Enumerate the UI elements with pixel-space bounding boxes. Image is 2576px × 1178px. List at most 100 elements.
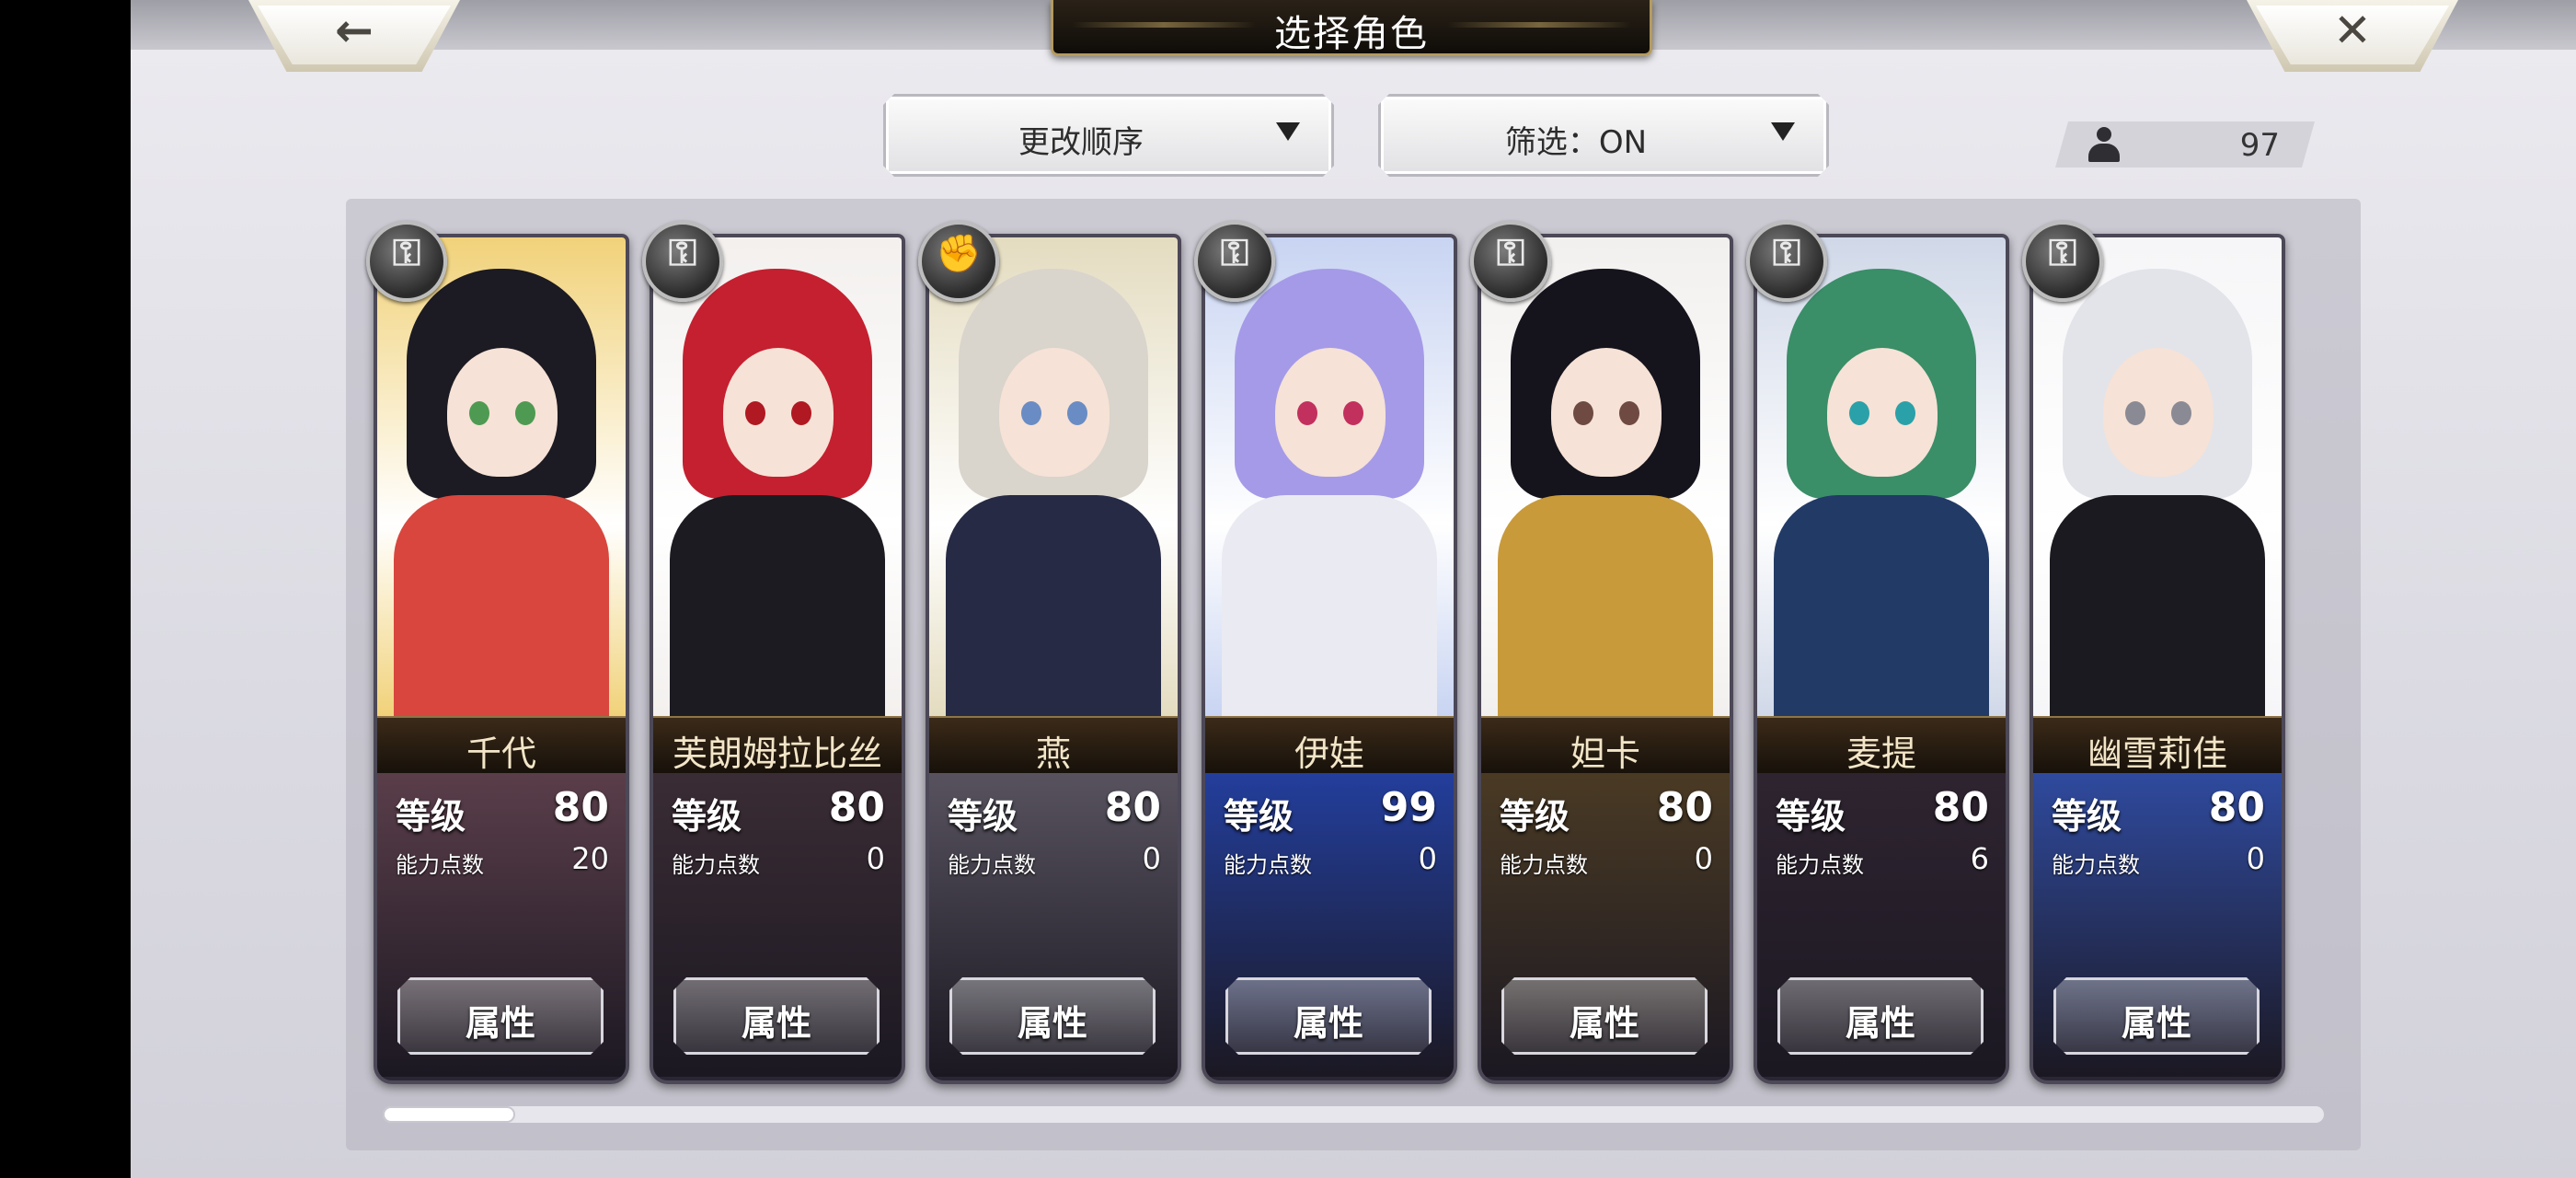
character-count-box: 97: [2055, 121, 2315, 167]
level-value: 80: [1932, 784, 1989, 831]
portrait-face: [2103, 348, 2214, 477]
back-button[interactable]: ←: [248, 0, 460, 72]
character-count: 97: [2239, 127, 2280, 164]
key-icon: ⚿: [366, 221, 447, 302]
portrait-face: [723, 348, 834, 477]
ability-points-label: 能力点数: [1224, 852, 1312, 878]
portrait-outfit: [1498, 495, 1713, 716]
character-card-5[interactable]: 妲卡 等级 80 能力点数 0 属性: [1478, 234, 1733, 1084]
character-name: 伊娃: [1294, 733, 1364, 774]
character-portrait: [1205, 237, 1454, 716]
fist-icon: ✊: [918, 221, 999, 302]
back-arrow-icon: ←: [335, 4, 374, 57]
ability-points-value: 0: [1694, 841, 1713, 876]
character-name-plate: 妲卡: [1481, 716, 1730, 775]
attributes-button-label: 属性: [2121, 1003, 2191, 1044]
ability-points-value: 0: [1142, 841, 1161, 876]
attributes-button[interactable]: 属性: [673, 977, 880, 1055]
attributes-button[interactable]: 属性: [1501, 977, 1708, 1055]
attributes-button[interactable]: 属性: [2053, 977, 2260, 1055]
character-card-6[interactable]: 麦提 等级 80 能力点数 6 属性: [1754, 234, 2009, 1084]
level-label: 等级: [672, 796, 742, 837]
key-icon: ⚿: [2022, 221, 2103, 302]
character-card-2[interactable]: 芙朗姆拉比丝 等级 80 能力点数 0 属性: [650, 234, 905, 1084]
ability-points-label: 能力点数: [1500, 852, 1588, 878]
attributes-button[interactable]: 属性: [397, 977, 604, 1055]
attributes-button-label: 属性: [1293, 1003, 1363, 1044]
ability-points-label: 能力点数: [396, 852, 484, 878]
level-label: 等级: [1776, 796, 1846, 837]
sort-order-label: 更改顺序: [1018, 124, 1144, 161]
portrait-outfit: [670, 495, 885, 716]
character-card-3[interactable]: 燕 等级 80 能力点数 0 属性: [926, 234, 1181, 1084]
character-stats: 等级 80 能力点数 6 属性: [1757, 773, 2006, 1077]
portrait-eye-right: [2171, 401, 2191, 425]
portrait-eye-left: [2125, 401, 2145, 425]
chevron-down-icon: [1276, 122, 1300, 141]
attributes-button-label: 属性: [1569, 1003, 1639, 1044]
portrait-eye-right: [1619, 401, 1639, 425]
portrait-face: [1551, 348, 1662, 477]
attributes-button-label: 属性: [465, 1003, 535, 1044]
character-name: 妲卡: [1570, 733, 1640, 774]
character-portrait: [929, 237, 1178, 716]
level-label: 等级: [948, 796, 1018, 837]
character-name-plate: 燕: [929, 716, 1178, 775]
portrait-outfit: [394, 495, 609, 716]
level-value: 80: [552, 784, 609, 831]
ability-points-label: 能力点数: [948, 852, 1036, 878]
filter-dropdown[interactable]: 筛选：ON: [1378, 94, 1829, 177]
character-name-plate: 千代: [377, 716, 626, 775]
key-icon: ⚿: [1746, 221, 1827, 302]
roster-scrollbar-thumb[interactable]: [383, 1106, 515, 1123]
ability-points-value: 0: [866, 841, 885, 876]
ability-points-value: 20: [571, 841, 609, 876]
portrait-outfit: [946, 495, 1161, 716]
portrait-eye-left: [1021, 401, 1041, 425]
portrait-outfit: [1222, 495, 1437, 716]
character-stats: 等级 99 能力点数 0 属性: [1205, 773, 1454, 1077]
portrait-eye-right: [1343, 401, 1363, 425]
portrait-face: [1275, 348, 1386, 477]
character-roster-panel[interactable]: 千代 等级 80 能力点数 20 属性 ⚿ 芙朗姆拉比丝 等级 80 能力点数: [346, 199, 2361, 1150]
level-label: 等级: [2052, 796, 2122, 837]
ability-points-label: 能力点数: [672, 852, 760, 878]
game-screen: ← 选择角色 ✕ 更改顺序 筛选：ON 97 千代 等级 80 能力点数 20 …: [131, 0, 2576, 1178]
roster-scrollbar[interactable]: [383, 1106, 2324, 1123]
portrait-outfit: [2050, 495, 2265, 716]
attributes-button[interactable]: 属性: [949, 977, 1156, 1055]
key-icon: ⚿: [1194, 221, 1275, 302]
sort-order-dropdown[interactable]: 更改顺序: [883, 94, 1334, 177]
attributes-button-label: 属性: [741, 1003, 811, 1044]
portrait-eye-right: [1067, 401, 1087, 425]
ability-points-value: 6: [1970, 841, 1989, 876]
portrait-eye-right: [515, 401, 535, 425]
portrait-face: [447, 348, 558, 477]
character-stats: 等级 80 能力点数 20 属性: [377, 773, 626, 1077]
character-name: 燕: [1035, 733, 1071, 774]
character-card-4[interactable]: 伊娃 等级 99 能力点数 0 属性: [1202, 234, 1457, 1084]
attributes-button-label: 属性: [1845, 1003, 1915, 1044]
key-icon: ⚿: [1470, 221, 1551, 302]
character-portrait: [1757, 237, 2006, 716]
character-stats: 等级 80 能力点数 0 属性: [2033, 773, 2282, 1077]
character-name: 芙朗姆拉比丝: [672, 733, 882, 774]
attributes-button[interactable]: 属性: [1777, 977, 1984, 1055]
portrait-face: [999, 348, 1110, 477]
portrait-outfit: [1774, 495, 1989, 716]
ability-points-label: 能力点数: [2052, 852, 2140, 878]
character-name: 千代: [466, 733, 536, 774]
character-card-1[interactable]: 千代 等级 80 能力点数 20 属性: [374, 234, 629, 1084]
attributes-button[interactable]: 属性: [1225, 977, 1432, 1055]
close-button[interactable]: ✕: [2247, 0, 2458, 72]
level-label: 等级: [1500, 796, 1570, 837]
level-value: 80: [1104, 784, 1161, 831]
key-icon: ⚿: [642, 221, 723, 302]
character-stats: 等级 80 能力点数 0 属性: [1481, 773, 1730, 1077]
character-portrait: [377, 237, 626, 716]
character-name-plate: 伊娃: [1205, 716, 1454, 775]
character-stats: 等级 80 能力点数 0 属性: [929, 773, 1178, 1077]
character-card-7[interactable]: 幽雪莉佳 等级 80 能力点数 0 属性: [2030, 234, 2285, 1084]
ability-points-value: 0: [1418, 841, 1437, 876]
portrait-eye-right: [1895, 401, 1915, 425]
